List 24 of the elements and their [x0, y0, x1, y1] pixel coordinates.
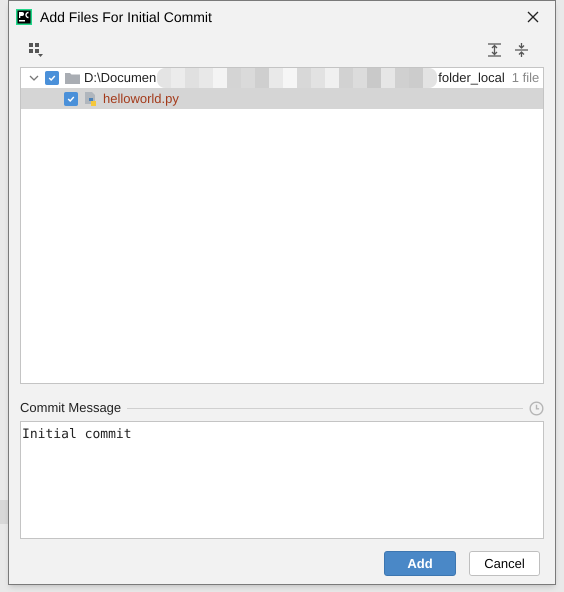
- checkmark-icon: [48, 74, 56, 82]
- checkbox[interactable]: [64, 92, 78, 106]
- tree-row[interactable]: helloworld.py: [21, 88, 543, 109]
- path-text: D:\Documen: [84, 69, 156, 88]
- file-count: 1 file: [512, 69, 540, 88]
- expand-all-icon[interactable]: [488, 43, 501, 57]
- path-text: folder_local: [438, 69, 505, 88]
- cancel-button[interactable]: Cancel: [469, 551, 540, 576]
- window-title: Add Files For Initial Commit: [40, 8, 212, 26]
- app-logo-icon: [16, 9, 32, 25]
- checkbox[interactable]: [45, 71, 59, 85]
- chevron-down-icon[interactable]: [29, 73, 39, 83]
- tree-row[interactable]: D:\Documen folder_local 1 file: [21, 68, 543, 88]
- checkmark-icon: [67, 94, 75, 102]
- group-by-icon[interactable]: [29, 43, 43, 57]
- python-file-icon: [84, 92, 97, 106]
- commit-message-label: Commit Message: [20, 399, 122, 418]
- close-icon[interactable]: [527, 11, 539, 23]
- collapse-all-icon[interactable]: [515, 43, 528, 57]
- background-panel: [0, 500, 8, 524]
- commit-message-field[interactable]: Initial commit: [20, 421, 544, 539]
- file-name: helloworld.py: [103, 90, 179, 108]
- folder-icon: [65, 72, 80, 84]
- add-button[interactable]: Add: [384, 551, 456, 576]
